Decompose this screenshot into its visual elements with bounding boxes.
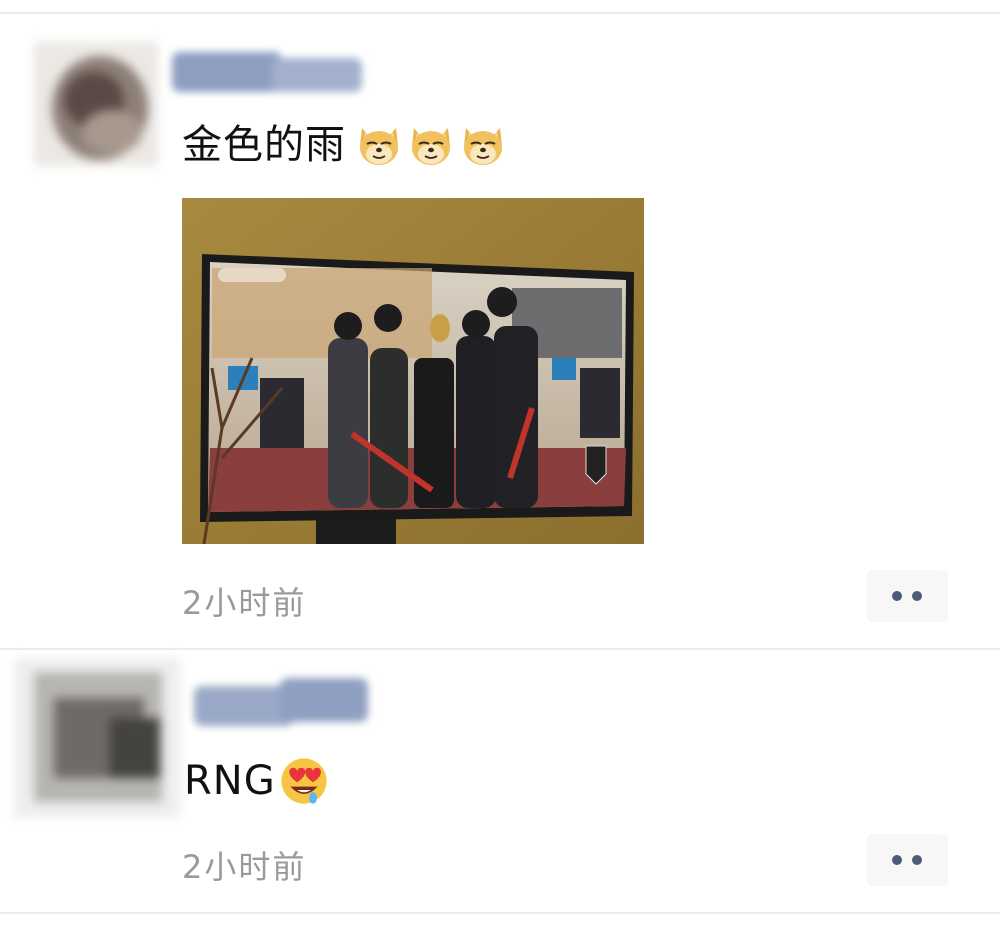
doge-icon xyxy=(411,127,451,166)
more-dot xyxy=(892,591,902,601)
nickname[interactable] xyxy=(172,44,372,104)
post-content: RNG xyxy=(184,754,330,808)
avatar[interactable] xyxy=(14,658,180,818)
more-dot xyxy=(892,855,902,865)
post-text: RNG xyxy=(184,758,276,804)
heart-eyes-drool-icon xyxy=(281,758,327,804)
avatar[interactable] xyxy=(34,42,158,166)
more-dot xyxy=(912,855,922,865)
bottom-divider xyxy=(0,912,1000,914)
post-photo[interactable] xyxy=(182,198,644,544)
more-button[interactable] xyxy=(866,834,948,886)
nickname[interactable] xyxy=(194,670,374,740)
more-button[interactable] xyxy=(866,570,948,622)
post-time: 2小时前 xyxy=(182,584,307,622)
top-divider xyxy=(0,12,1000,14)
more-dot xyxy=(912,591,922,601)
doge-icon xyxy=(359,127,399,166)
doge-icon xyxy=(463,127,503,166)
post-content: 金色的雨 xyxy=(182,118,506,172)
post-time: 2小时前 xyxy=(182,848,307,886)
post-divider xyxy=(0,648,1000,650)
post-text: 金色的雨 xyxy=(182,122,346,168)
